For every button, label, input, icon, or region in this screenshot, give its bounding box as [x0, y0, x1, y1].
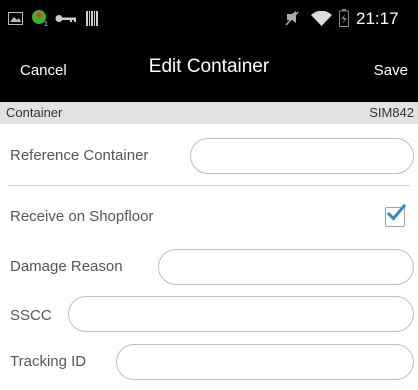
reference-container-input[interactable]	[190, 138, 414, 174]
section-divider	[8, 185, 410, 186]
tracking-id-input[interactable]	[116, 344, 414, 380]
save-button[interactable]: Save	[374, 62, 408, 79]
android-notification-icon: 1	[32, 10, 48, 27]
damage-reason-input[interactable]	[158, 249, 414, 285]
container-value: SIM842	[369, 105, 414, 120]
page-title: Edit Container	[148, 56, 270, 77]
battery-icon	[339, 9, 349, 27]
svg-text:1: 1	[44, 21, 48, 27]
reference-container-label: Reference Container	[10, 147, 149, 164]
barcode-icon	[86, 11, 98, 26]
sscc-input[interactable]	[68, 296, 414, 332]
wifi-icon	[311, 11, 332, 26]
sscc-label: SSCC	[10, 307, 52, 324]
key-icon	[55, 15, 76, 22]
receive-on-shopfloor-label: Receive on Shopfloor	[10, 208, 154, 225]
status-time: 21:17	[356, 9, 399, 28]
tracking-id-label: Tracking ID	[10, 353, 87, 370]
image-icon	[8, 12, 23, 25]
checkmark-icon	[386, 203, 407, 221]
status-bar: 1 21:17	[0, 0, 418, 38]
container-label: Container	[6, 105, 63, 120]
container-header: Container SIM842	[0, 102, 418, 124]
top-navigation-bar: Cancel Edit Container Save	[0, 38, 418, 102]
damage-reason-label: Damage Reason	[10, 258, 123, 275]
mute-icon	[285, 11, 299, 26]
receive-on-shopfloor-checkbox[interactable]	[385, 203, 407, 227]
